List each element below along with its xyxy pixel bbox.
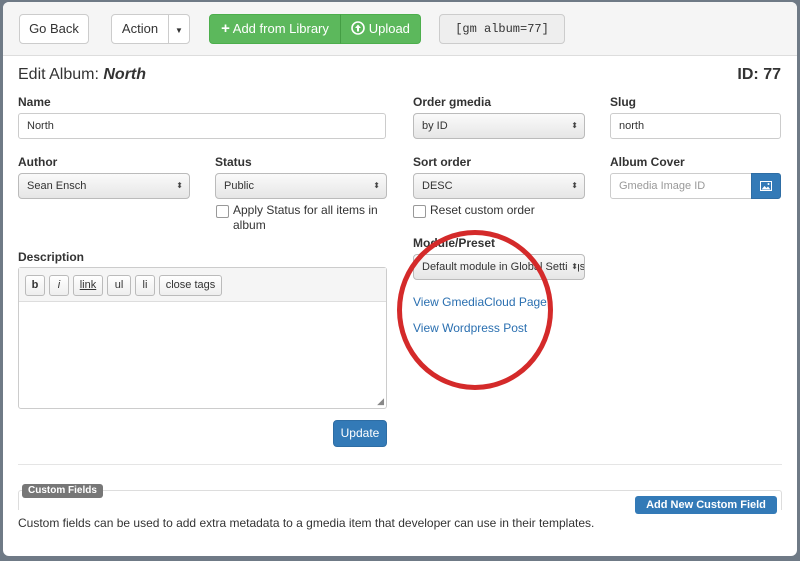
bold-tag-button[interactable]: b: [25, 275, 45, 296]
action-dropdown-toggle[interactable]: ▼: [168, 14, 190, 44]
plus-icon: +: [221, 20, 230, 37]
view-wordpress-post-link[interactable]: View Wordpress Post: [413, 321, 527, 335]
select-arrows-icon: ⬍: [373, 181, 380, 190]
link-tag-button[interactable]: link: [73, 275, 103, 296]
shortcode-display[interactable]: [gm album=77]: [439, 14, 565, 44]
update-button[interactable]: Update: [333, 420, 387, 447]
custom-fields-tag: Custom Fields: [22, 484, 103, 498]
section-divider: [18, 464, 782, 465]
select-arrows-icon: ⬍: [571, 181, 578, 190]
album-cover-input[interactable]: Gmedia Image ID: [610, 173, 752, 199]
reset-order-label: Reset custom order: [430, 203, 535, 217]
action-button[interactable]: Action: [111, 14, 169, 44]
module-preset-value: Default module in Global Settings: [422, 261, 585, 273]
upload-button[interactable]: Upload: [340, 14, 421, 44]
caret-down-icon: ▼: [175, 26, 183, 35]
album-cover-label: Album Cover: [610, 155, 685, 169]
description-label: Description: [18, 250, 85, 264]
sort-order-select[interactable]: DESC ⬍: [413, 173, 585, 199]
status-select[interactable]: Public ⬍: [215, 173, 387, 199]
li-tag-button[interactable]: li: [135, 275, 155, 296]
edit-album-panel: Go Back Action ▼ + Add from Library Uplo…: [3, 2, 797, 556]
author-select[interactable]: Sean Ensch ⬍: [18, 173, 190, 199]
sort-order-label: Sort order: [413, 155, 472, 169]
sort-order-value: DESC: [422, 180, 453, 192]
description-editor: b i link ul li close tags ◢: [18, 267, 387, 409]
reset-order-checkbox[interactable]: [413, 205, 426, 218]
page-title-prefix: Edit Album:: [18, 66, 104, 83]
apply-status-checkbox[interactable]: [216, 205, 229, 218]
order-gmedia-value: by ID: [422, 120, 448, 132]
add-from-library-button[interactable]: + Add from Library: [209, 14, 341, 44]
upload-label: Upload: [368, 21, 410, 36]
module-preset-select[interactable]: Default module in Global Settings ⬍: [413, 254, 585, 280]
page-title: Edit Album: North: [18, 66, 146, 84]
ul-tag-button[interactable]: ul: [107, 275, 131, 296]
slug-input[interactable]: north: [610, 113, 781, 139]
italic-tag-button[interactable]: i: [49, 275, 69, 296]
album-id-label: ID: 77: [737, 66, 781, 83]
choose-cover-button[interactable]: [751, 173, 781, 199]
view-gmediacloud-link[interactable]: View GmediaCloud Page: [413, 295, 547, 309]
editor-toolbar: b i link ul li close tags: [19, 268, 386, 302]
apply-status-label: Apply Status for all items in album: [233, 203, 378, 233]
close-tags-button[interactable]: close tags: [159, 275, 222, 296]
apply-status-line2: album: [233, 218, 266, 232]
apply-status-line1: Apply Status for all items in: [233, 203, 378, 217]
name-label: Name: [18, 95, 51, 109]
select-arrows-icon: ⬍: [568, 255, 578, 279]
image-icon: [760, 181, 772, 191]
go-back-button[interactable]: Go Back: [19, 14, 89, 44]
name-input[interactable]: North: [18, 113, 386, 139]
toolbar: Go Back Action ▼ + Add from Library Uplo…: [3, 2, 797, 56]
slug-label: Slug: [610, 95, 636, 109]
description-textarea[interactable]: [19, 303, 386, 408]
upload-circle-icon: [351, 21, 365, 35]
custom-fields-help-text: Custom fields can be used to add extra m…: [18, 516, 595, 530]
album-name-title: North: [103, 66, 147, 83]
select-arrows-icon: ⬍: [571, 121, 578, 130]
author-label: Author: [18, 155, 58, 169]
status-label: Status: [215, 155, 252, 169]
add-from-library-label: Add from Library: [232, 21, 329, 36]
author-value: Sean Ensch: [27, 180, 87, 192]
order-gmedia-label: Order gmedia: [413, 95, 492, 109]
select-arrows-icon: ⬍: [176, 181, 183, 190]
order-gmedia-select[interactable]: by ID ⬍: [413, 113, 585, 139]
status-value: Public: [224, 180, 254, 192]
add-custom-field-button[interactable]: Add New Custom Field: [635, 496, 777, 514]
resize-grip-icon[interactable]: ◢: [377, 396, 384, 407]
module-preset-label: Module/Preset: [413, 236, 496, 250]
